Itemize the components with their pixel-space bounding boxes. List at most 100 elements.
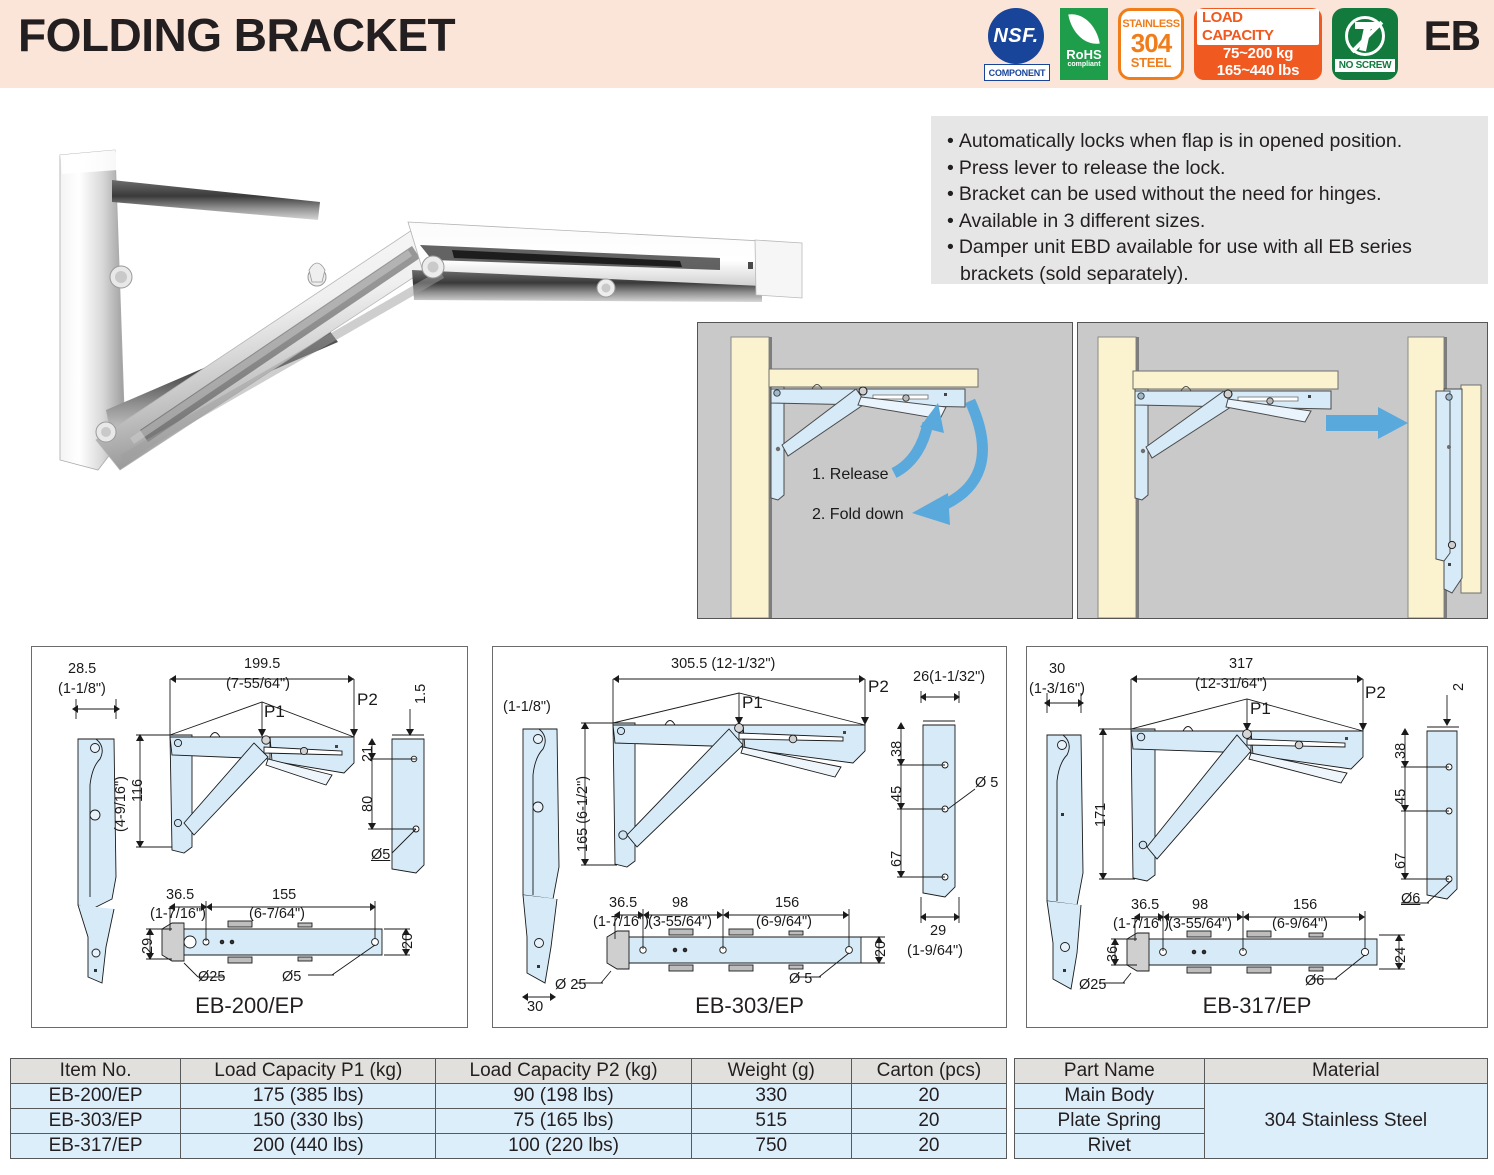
dim-top-c-in: (6-9/64"): [756, 914, 812, 930]
feature-item: • Bracket can be used without the need fo…: [947, 183, 1382, 205]
load-point-p2: P2: [1365, 683, 1386, 702]
cell-material: 304 Stainless Steel: [1203, 1083, 1489, 1159]
dim-top-c-mm: 156: [1293, 897, 1318, 913]
material-table: Part Name Material Main Body 304 Stainle…: [1014, 1058, 1489, 1159]
cell-item-no: EB-303/EP: [9, 1108, 182, 1134]
feature-item: • Press lever to release the lock.: [947, 156, 1226, 179]
dim-top-depth: 24: [1393, 946, 1409, 963]
cell-load-p1: 150 (330 lbs): [180, 1108, 437, 1134]
table-row: Main Body 304 Stainless Steel: [1014, 1083, 1489, 1159]
drawing-title-eb317: EB-317/EP: [1202, 993, 1312, 1018]
dim-dia-25: Ø25: [198, 969, 226, 985]
product-photo: [20, 110, 810, 490]
col-load-p1: Load Capacity P1 (kg): [180, 1058, 437, 1084]
certification-badges: NSF. COMPONENT RoHS compliant STAINLESS …: [984, 6, 1398, 82]
dim-top-depth: 20: [400, 932, 416, 949]
load-point-p1: P1: [742, 693, 763, 712]
feature-item: • Available in 3 different sizes.: [947, 209, 1206, 232]
spec-table: Item No. Load Capacity P1 (kg) Load Capa…: [9, 1058, 1008, 1159]
howto-step1-text: 1. Release: [812, 466, 889, 483]
dim-width-mm: 199.5: [244, 656, 281, 672]
dim-top-b-in: (3-55/64"): [1168, 916, 1232, 932]
dim-top-b-in: (6-7/64"): [249, 906, 305, 922]
dim-height-mm: 171: [1093, 802, 1109, 827]
col-load-p2: Load Capacity P2 (kg): [435, 1058, 692, 1084]
dim-hole-dia-side: Ø6: [1401, 891, 1421, 907]
dim-side-thickness-mm: 28.5: [68, 661, 97, 677]
stainless-line3: STEEL: [1130, 55, 1172, 70]
dim-plate-top: 1.5: [413, 683, 429, 704]
dim-plate-bottom-in: (1-9/64"): [907, 943, 963, 959]
feature-list: • Automatically locks when flap is in ope…: [931, 116, 1488, 285]
dim-hole-a: 38: [889, 740, 905, 757]
load-capacity-lbs: 165~440 lbs: [1216, 62, 1300, 79]
dim-hole-b: 45: [1393, 788, 1409, 805]
dim-hole-a: 21: [360, 745, 376, 762]
drawing-panel-eb317: 30 (1-3/16") 317 (12-31/64") P1 P2 171 2…: [1026, 646, 1488, 1028]
cell-load-p1: 200 (440 lbs): [180, 1133, 437, 1159]
dim-width: 305.5 (12-1/32"): [671, 656, 776, 672]
dim-top-left-h: 36: [1105, 945, 1121, 962]
load-point-p1: P1: [1250, 699, 1271, 718]
cell-part-name: Main Body: [1014, 1083, 1205, 1109]
nsf-logo-text: NSF.: [988, 8, 1044, 64]
cell-load-p2: 100 (220 lbs): [435, 1133, 692, 1159]
feature-text: Damper unit EBD available for use with a…: [958, 236, 1412, 285]
drawing-title-eb303: EB-303/EP: [695, 993, 804, 1018]
dim-top-a-in: (1-7/16"): [150, 906, 206, 922]
dim-height-mm: 116: [130, 778, 146, 802]
table-row: EB-317/EP 200 (440 lbs) 100 (220 lbs) 75…: [9, 1133, 1008, 1159]
dim-dia-25: Ø25: [1079, 977, 1107, 993]
series-code: EB: [1423, 12, 1481, 59]
nsf-badge: NSF. COMPONENT: [984, 8, 1050, 81]
dim-side-thickness-mm: 30: [1049, 661, 1066, 677]
dim-side-thickness-in: (1-1/8"): [503, 699, 551, 715]
dim-hole-c: 67: [1393, 852, 1409, 869]
no-screw-badge: NO SCREW: [1332, 8, 1398, 80]
no-screw-icon: [1345, 16, 1385, 56]
cell-weight: 750: [690, 1133, 852, 1159]
rohs-badge: RoHS compliant: [1060, 8, 1108, 80]
dim-dia-5: Ø5: [282, 969, 302, 985]
rohs-sub-label: compliant: [1067, 61, 1101, 68]
feature-item: • Automatically locks when flap is in ope…: [947, 130, 1403, 152]
dim-top-b-in: (3-55/64"): [648, 914, 712, 930]
load-point-p1: P1: [264, 702, 285, 721]
rohs-label: RoHS: [1066, 47, 1102, 62]
leaf-icon: [1068, 10, 1100, 48]
dim-width-mm: 317: [1229, 656, 1254, 672]
dim-plate-bottom-mm: 29: [930, 923, 947, 939]
feature-item: • Damper unit EBD available for use with …: [947, 236, 1412, 285]
dim-plate-width: 26(1-1/32"): [913, 669, 986, 685]
dim-height: 165 (6-1/2"): [575, 775, 591, 852]
cell-carton: 20: [850, 1108, 1008, 1134]
feature-text: Press lever to release the lock.: [958, 156, 1226, 179]
load-point-p2: P2: [868, 677, 889, 696]
table-header-row: Part Name Material: [1014, 1058, 1489, 1084]
feature-text: Available in 3 different sizes.: [958, 209, 1206, 232]
no-screw-label: NO SCREW: [1334, 59, 1396, 72]
dim-hole-b: 80: [360, 795, 376, 812]
dim-height-in: (4-9/16"): [113, 776, 129, 832]
drawing-title-eb200: EB-200/EP: [195, 993, 304, 1018]
col-material: Material: [1203, 1058, 1489, 1084]
cell-part-name: Rivet: [1014, 1133, 1205, 1159]
dim-dia-5: Ø 5: [789, 971, 813, 987]
nsf-component-label: COMPONENT: [984, 64, 1050, 81]
cell-load-p2: 75 (165 lbs): [435, 1108, 692, 1134]
cell-item-no: EB-317/EP: [9, 1133, 182, 1159]
stainless-304-badge: STAINLESS 304 STEEL: [1118, 8, 1184, 80]
dim-hole-dia-side: Ø 5: [975, 775, 999, 791]
dim-side-thickness-in: (1-3/16"): [1029, 681, 1085, 697]
cell-carton: 20: [850, 1133, 1008, 1159]
dim-top-b-mm: 98: [672, 895, 689, 911]
cell-carton: 20: [850, 1083, 1008, 1109]
stainless-line2: 304: [1130, 28, 1172, 58]
cell-part-name: Plate Spring: [1014, 1108, 1205, 1134]
feature-text: Automatically locks when flap is in open…: [958, 130, 1403, 152]
cell-load-p1: 175 (385 lbs): [180, 1083, 437, 1109]
page-title: FOLDING BRACKET: [18, 9, 456, 61]
dim-dia-6-top: Ø6: [1305, 973, 1325, 989]
dim-side-thickness-in: (1-1/8"): [58, 681, 106, 697]
dim-top-a-in: (1-7/16"): [593, 914, 649, 930]
